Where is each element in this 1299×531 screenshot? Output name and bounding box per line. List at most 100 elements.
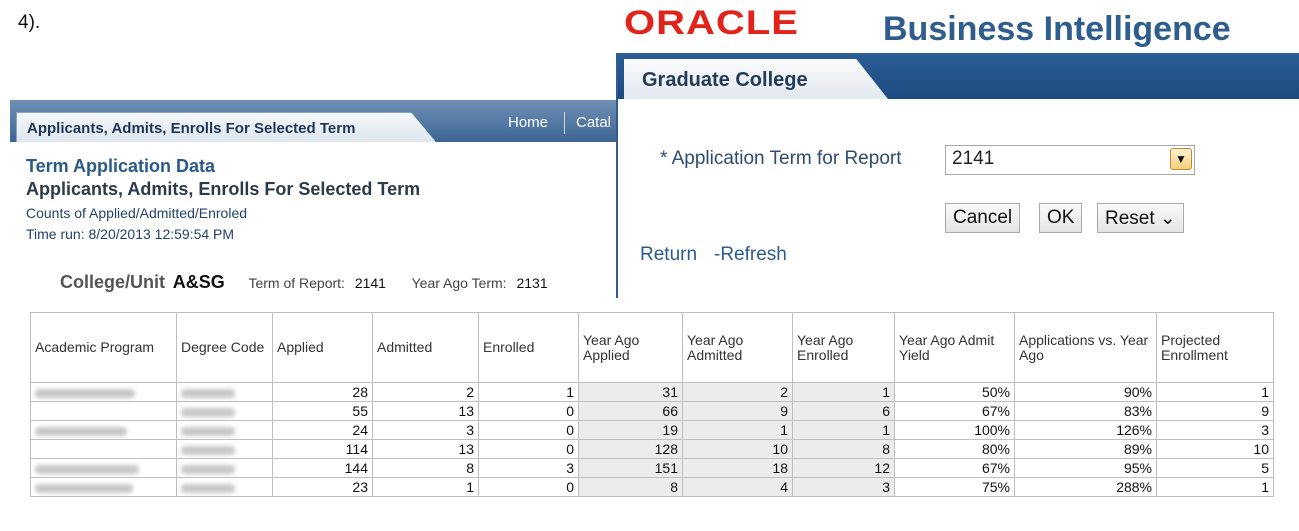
table-cell: 128 bbox=[578, 439, 683, 459]
col-enrolled[interactable]: Enrolled bbox=[478, 312, 579, 383]
table-cell: 3 bbox=[478, 458, 579, 478]
table-cell: 95% bbox=[1014, 458, 1157, 478]
degree-code-cell bbox=[176, 439, 273, 459]
col-degree-code[interactable]: Degree Code bbox=[176, 312, 273, 383]
table-row: 28 2 1 31 2 1 50% 90% 1 bbox=[30, 382, 1274, 402]
table-cell: 18 bbox=[682, 458, 793, 478]
table-cell: 1 bbox=[478, 382, 579, 402]
redacted-text bbox=[181, 483, 235, 493]
col-admitted[interactable]: Admitted bbox=[372, 312, 479, 383]
table-cell: 1 bbox=[1156, 477, 1274, 497]
degree-code-cell bbox=[176, 458, 273, 478]
table-cell: 8 bbox=[372, 458, 479, 478]
time-run: Time run: 8/20/2013 12:59:54 PM bbox=[26, 226, 235, 242]
application-term-select[interactable]: 2141 bbox=[945, 145, 1195, 175]
col-academic-program[interactable]: Academic Program bbox=[30, 312, 177, 383]
page-fragment-text: 4). bbox=[18, 12, 41, 33]
table-cell: 2 bbox=[372, 382, 479, 402]
tab-report[interactable]: Applicants, Admits, Enrolls For Selected… bbox=[16, 112, 436, 142]
table-cell: 151 bbox=[578, 458, 683, 478]
table-cell: 0 bbox=[478, 439, 579, 459]
redacted-text bbox=[35, 388, 135, 398]
table-cell: 5 bbox=[1156, 458, 1274, 478]
redacted-text bbox=[181, 407, 235, 417]
degree-code-cell bbox=[176, 401, 273, 421]
degree-code-cell bbox=[176, 382, 273, 402]
refresh-link[interactable]: -Refresh bbox=[714, 244, 787, 266]
cancel-button[interactable]: Cancel bbox=[945, 203, 1021, 233]
chevron-down-icon[interactable]: ▼ bbox=[1170, 148, 1192, 170]
table-cell: 0 bbox=[478, 401, 579, 421]
table-cell: 83% bbox=[1014, 401, 1157, 421]
home-link[interactable]: Home bbox=[508, 114, 548, 131]
report-description: Counts of Applied/Admitted/Enroled bbox=[26, 205, 248, 221]
table-cell: 1 bbox=[792, 382, 895, 402]
prompt-tab-bar: Graduate College bbox=[618, 53, 1299, 99]
redacted-text bbox=[35, 483, 133, 493]
col-year-ago-admit-yield[interactable]: Year Ago Admit Yield bbox=[894, 312, 1015, 383]
table-cell: 3 bbox=[1156, 420, 1274, 440]
term-of-report-label: Term of Report: bbox=[248, 275, 345, 291]
col-year-ago-applied[interactable]: Year Ago Applied bbox=[578, 312, 683, 383]
col-applied[interactable]: Applied bbox=[272, 312, 373, 383]
table-cell: 3 bbox=[792, 477, 895, 497]
year-ago-term-label: Year Ago Term: bbox=[411, 275, 507, 291]
degree-code-cell bbox=[176, 477, 273, 497]
table-row: 114 13 0 128 10 8 80% 89% 10 bbox=[30, 439, 1274, 459]
table-cell: 144 bbox=[272, 458, 373, 478]
academic-program-cell bbox=[30, 420, 177, 440]
table-cell: 75% bbox=[894, 477, 1015, 497]
ok-button[interactable]: OK bbox=[1039, 203, 1083, 233]
col-projected-enrollment[interactable]: Projected Enrollment bbox=[1156, 312, 1274, 383]
oracle-logo: ORACLE bbox=[624, 4, 799, 42]
table-cell: 114 bbox=[272, 439, 373, 459]
degree-code-cell bbox=[176, 420, 273, 440]
table-cell: 9 bbox=[1156, 401, 1274, 421]
enrollment-table: Academic Program Degree Code Applied Adm… bbox=[30, 312, 1274, 497]
table-cell: 13 bbox=[372, 401, 479, 421]
term-of-report-value: 2141 bbox=[354, 275, 386, 291]
table-cell: 2 bbox=[682, 382, 793, 402]
redacted-text bbox=[35, 464, 139, 474]
redacted-text bbox=[181, 464, 235, 474]
table-cell: 1 bbox=[682, 420, 793, 440]
academic-program-cell bbox=[30, 439, 177, 459]
redacted-text bbox=[181, 445, 235, 455]
table-cell: 6 bbox=[792, 401, 895, 421]
table-cell: 288% bbox=[1014, 477, 1157, 497]
college-unit-row: College/Unit A&SG Term of Report: 2141 Y… bbox=[60, 272, 570, 293]
table-cell: 1 bbox=[1156, 382, 1274, 402]
table-cell: 80% bbox=[894, 439, 1015, 459]
table-cell: 19 bbox=[578, 420, 683, 440]
col-year-ago-admitted[interactable]: Year Ago Admitted bbox=[682, 312, 793, 383]
tab-graduate-college[interactable]: Graduate College bbox=[624, 59, 888, 99]
redacted-text bbox=[181, 388, 235, 398]
table-cell: 0 bbox=[478, 420, 579, 440]
table-cell: 28 bbox=[272, 382, 373, 402]
table-cell: 1 bbox=[372, 477, 479, 497]
table-cell: 55 bbox=[272, 401, 373, 421]
table-cell: 66 bbox=[578, 401, 683, 421]
table-row: 55 13 0 66 9 6 67% 83% 9 bbox=[30, 401, 1274, 421]
application-term-label: * Application Term for Report bbox=[660, 148, 902, 169]
link-separator bbox=[564, 112, 565, 134]
table-cell: 23 bbox=[272, 477, 373, 497]
table-cell: 10 bbox=[682, 439, 793, 459]
table-cell: 100% bbox=[894, 420, 1015, 440]
year-ago-term-value: 2131 bbox=[516, 275, 548, 291]
college-unit-value: A&SG bbox=[172, 272, 225, 292]
academic-program-cell bbox=[30, 477, 177, 497]
col-year-ago-enrolled[interactable]: Year Ago Enrolled bbox=[792, 312, 895, 383]
report-subtitle: Applicants, Admits, Enrolls For Selected… bbox=[26, 179, 421, 199]
college-unit-label: College/Unit bbox=[60, 272, 166, 292]
table-cell: 1 bbox=[792, 420, 895, 440]
redacted-text bbox=[35, 426, 127, 436]
table-cell: 8 bbox=[792, 439, 895, 459]
product-title: Business Intelligence bbox=[883, 10, 1231, 48]
academic-program-cell bbox=[30, 401, 177, 421]
catalog-link[interactable]: Catal bbox=[576, 114, 611, 131]
return-link[interactable]: Return bbox=[640, 244, 697, 266]
col-applications-vs-year-ago[interactable]: Applications vs. Year Ago bbox=[1014, 312, 1157, 383]
redacted-text bbox=[181, 426, 235, 436]
reset-button[interactable]: Reset ⌄ bbox=[1097, 203, 1184, 233]
